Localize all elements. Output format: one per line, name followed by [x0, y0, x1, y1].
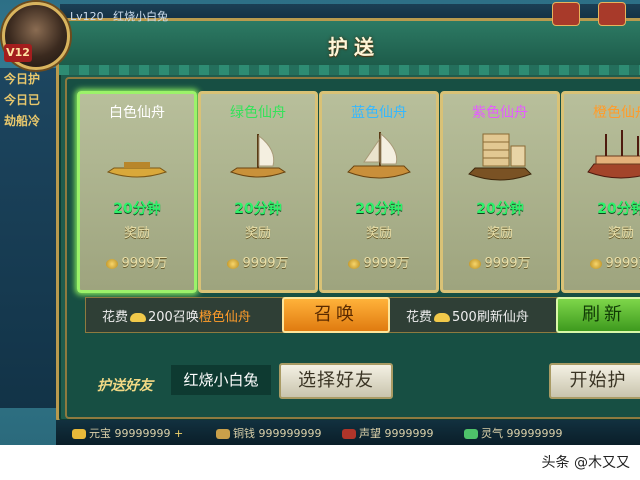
- ingot-icon: [434, 313, 451, 322]
- select-friend-button[interactable]: 选择好友: [279, 363, 393, 399]
- reputation-icon: [342, 429, 356, 439]
- boat-image: [106, 162, 168, 178]
- boat-card-blue[interactable]: 蓝色仙舟 20分钟 奖励 9999万: [319, 91, 439, 293]
- currency-bar: 元宝 99999999 + 铜钱 999999999 声望 9999999 灵气…: [56, 420, 640, 445]
- summon-target: 橙色仙舟: [198, 310, 251, 325]
- friend-label: 护送好友: [97, 378, 153, 394]
- lingqi-label: 灵气: [481, 427, 503, 440]
- boat-reward-label: 奖励: [244, 226, 271, 241]
- boat-reward-label: 奖励: [365, 226, 392, 241]
- boat-card-orange[interactable]: 橙色仙舟 20分钟 奖励 9999万: [561, 91, 640, 293]
- boat-reward-price: 9999万: [564, 252, 640, 271]
- watermark: 头条 @木又又: [541, 455, 630, 471]
- price-value: 9999万: [605, 256, 640, 271]
- side-menu-item[interactable]: 今日护: [0, 68, 58, 89]
- panel-header: 护送: [59, 21, 640, 65]
- refresh-prefix: 花费: [406, 310, 433, 325]
- price-value: 9999万: [363, 256, 410, 271]
- header-pattern: [59, 65, 640, 75]
- boat-name: 橙色仙舟: [593, 105, 640, 121]
- refresh-cost-text: 花费 500刷新仙舟: [406, 306, 529, 325]
- boat-reward-price: 9999万: [80, 252, 194, 271]
- side-menu-item[interactable]: 今日已: [0, 89, 58, 110]
- escort-panel: 护送 白色仙舟 20分钟 奖励 9999万 绿色仙舟 20分钟 奖励 9999万…: [56, 18, 640, 424]
- side-menu-item[interactable]: 劫船冷: [0, 110, 58, 131]
- shengwang-label: 声望: [359, 427, 381, 440]
- coin-icon: [590, 258, 603, 269]
- boat-image: [468, 133, 532, 181]
- boat-name: 绿色仙舟: [230, 105, 286, 121]
- boat-name: 紫色仙舟: [472, 105, 528, 121]
- boat-reward-price: 9999万: [201, 252, 315, 271]
- coin-icon: [106, 258, 119, 269]
- boat-image: [347, 132, 411, 179]
- boat-card-white[interactable]: 白色仙舟 20分钟 奖励 9999万: [77, 91, 197, 293]
- boat-card-green[interactable]: 绿色仙舟 20分钟 奖励 9999万: [198, 91, 318, 293]
- boat-name: 蓝色仙舟: [351, 105, 407, 121]
- boat-reward-label: 奖励: [486, 226, 513, 241]
- boat-card-purple[interactable]: 紫色仙舟 20分钟 奖励 9999万: [440, 91, 560, 293]
- yuanbao-label: 元宝: [89, 427, 111, 440]
- shengwang-display: 声望 9999999: [342, 425, 434, 441]
- spirit-icon: [464, 429, 478, 439]
- player-info: Lv120 红烧小白兔: [70, 8, 174, 24]
- activity-icon[interactable]: [598, 2, 626, 26]
- panel-body: 白色仙舟 20分钟 奖励 9999万 绿色仙舟 20分钟 奖励 9999万 蓝色…: [65, 77, 640, 419]
- boat-time: 20分钟: [476, 201, 524, 217]
- coin-icon: [227, 258, 240, 269]
- price-value: 9999万: [242, 256, 289, 271]
- add-icon[interactable]: +: [174, 427, 183, 440]
- boat-name: 白色仙舟: [109, 105, 165, 121]
- boat-image: [587, 130, 640, 179]
- refresh-text: 刷新仙舟: [476, 310, 529, 325]
- coin-icon: [469, 258, 482, 269]
- refresh-amount: 500: [452, 310, 477, 325]
- friend-name-field: 红烧小白兔: [171, 365, 271, 395]
- vip-badge: V12: [4, 44, 32, 62]
- yuanbao-value: 99999999: [114, 427, 171, 440]
- price-value: 9999万: [121, 256, 168, 271]
- yuanbao-display: 元宝 99999999 +: [72, 425, 183, 441]
- cost-row: 花费 200召唤橙色仙舟 召唤 花费 500刷新仙舟 刷新: [85, 297, 640, 333]
- event-icon[interactable]: [552, 2, 580, 26]
- summon-cost-text: 花费 200召唤橙色仙舟: [102, 306, 251, 325]
- boat-reward-price: 9999万: [322, 252, 436, 271]
- panel-title: 护送: [328, 35, 380, 59]
- game-scene: V12 Lv120 红烧小白兔 今日护 今日已 劫船冷 护送 白色仙舟 20分钟…: [0, 0, 640, 445]
- summon-prefix: 花费: [102, 310, 129, 325]
- lingqi-value: 99999999: [506, 427, 563, 440]
- price-value: 9999万: [484, 256, 531, 271]
- lingqi-display: 灵气 99999999: [464, 425, 563, 441]
- tongqian-display: 铜钱 999999999: [216, 425, 322, 441]
- boat-time: 20分钟: [597, 201, 640, 217]
- ingot-icon: [130, 313, 147, 322]
- boat-time: 20分钟: [113, 201, 161, 217]
- boat-reward-label: 奖励: [607, 226, 634, 241]
- tongqian-value: 999999999: [258, 427, 322, 440]
- summon-text: 召唤: [172, 310, 199, 325]
- boat-reward-price: 9999万: [443, 252, 557, 271]
- copper-coin-icon: [216, 429, 230, 439]
- tongqian-label: 铜钱: [233, 427, 255, 440]
- summon-amount: 200: [148, 310, 173, 325]
- summon-button[interactable]: 召唤: [282, 297, 390, 333]
- boat-time: 20分钟: [355, 201, 403, 217]
- player-name: 红烧小白兔: [113, 10, 169, 23]
- shengwang-value: 9999999: [384, 427, 434, 440]
- coin-icon: [348, 258, 361, 269]
- boat-time: 20分钟: [234, 201, 282, 217]
- boat-image: [229, 134, 287, 178]
- refresh-button[interactable]: 刷新: [556, 297, 640, 333]
- start-escort-button[interactable]: 开始护: [549, 363, 640, 399]
- side-menu: 今日护 今日已 劫船冷: [0, 68, 58, 408]
- boat-reward-label: 奖励: [123, 226, 150, 241]
- player-level: Lv120: [70, 10, 104, 23]
- yuanbao-icon: [72, 429, 86, 439]
